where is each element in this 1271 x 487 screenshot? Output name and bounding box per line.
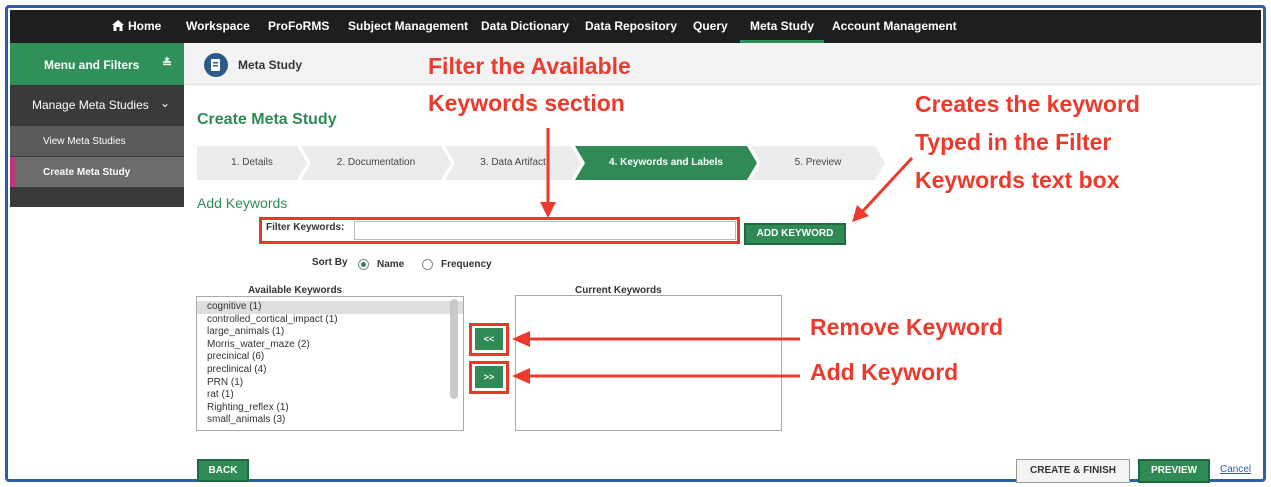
annotation-filter-line2: Keywords section bbox=[428, 90, 625, 116]
creates-arrow-line bbox=[860, 156, 914, 214]
back-button[interactable]: BACK bbox=[197, 459, 249, 482]
filter-arrow-head bbox=[540, 202, 556, 218]
cancel-link[interactable]: Cancel bbox=[1220, 464, 1251, 475]
annotation-filter-line1: Filter the Available bbox=[428, 53, 631, 79]
annotation-arrows bbox=[512, 128, 914, 384]
add-arrow-head bbox=[512, 368, 530, 384]
create-and-finish-button[interactable]: CREATE & FINISH bbox=[1016, 459, 1130, 483]
annotation-creates-line2: Typed in the Filter bbox=[915, 129, 1112, 155]
annotation-add-keyword: Add Keyword bbox=[810, 359, 959, 385]
annotation-creates-line1: Creates the keyword bbox=[915, 91, 1140, 117]
annotation-remove-keyword: Remove Keyword bbox=[810, 314, 1004, 340]
preview-button[interactable]: PREVIEW bbox=[1138, 459, 1210, 483]
remove-arrow-head bbox=[512, 331, 530, 347]
annotation-creates-line3: Keywords text box bbox=[915, 167, 1120, 193]
